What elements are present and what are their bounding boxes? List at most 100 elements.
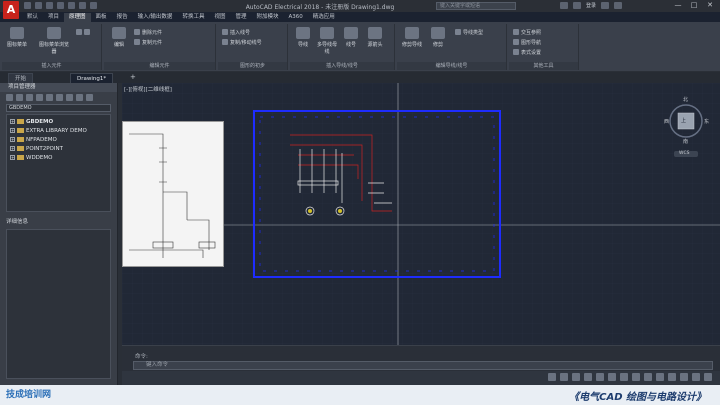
maximize-icon[interactable]: □ <box>686 0 702 11</box>
insert-wire-number-tool[interactable]: 插入线号 <box>222 28 250 36</box>
expand-icon[interactable]: + <box>10 146 15 151</box>
expand-icon[interactable]: + <box>10 137 15 142</box>
tab-schematic[interactable]: 原理图 <box>64 13 91 22</box>
close-icon[interactable]: ✕ <box>702 0 718 11</box>
isolate-icon[interactable] <box>668 373 676 381</box>
list-item[interactable]: + WDDEMO <box>10 153 107 162</box>
expand-icon[interactable]: + <box>10 119 15 124</box>
osnap-icon[interactable] <box>608 373 616 381</box>
copy-component-tool[interactable]: 复制元件 <box>134 38 162 46</box>
model-space-icon[interactable] <box>548 373 556 381</box>
customization-icon[interactable] <box>704 373 712 381</box>
wire-type-tool[interactable]: 导线类型 <box>455 28 483 36</box>
source-arrow-button[interactable]: 源箭头 <box>364 27 386 53</box>
undo-icon[interactable] <box>79 2 86 9</box>
edit-button[interactable]: 编辑 <box>108 27 130 53</box>
reports-icon[interactable] <box>76 93 83 101</box>
grid-icon[interactable] <box>560 373 568 381</box>
polar-icon[interactable] <box>596 373 604 381</box>
otrack-icon[interactable] <box>620 373 628 381</box>
title-block-icon[interactable] <box>66 93 73 101</box>
wire-type-icon <box>455 29 461 35</box>
new-project-icon[interactable] <box>16 93 23 101</box>
tab-a360[interactable]: A360 <box>284 13 308 22</box>
save-icon[interactable] <box>46 2 53 9</box>
new-drawing-icon[interactable] <box>26 93 33 101</box>
delete-icon <box>134 29 140 35</box>
hardware-accel-icon[interactable] <box>680 373 688 381</box>
copy-move-wire-number-tool[interactable]: 复制/移动线号 <box>222 38 262 46</box>
tab-project[interactable]: 项目 <box>43 13 64 22</box>
help-icon[interactable] <box>614 2 623 9</box>
tab-featured-apps[interactable]: 精选应用 <box>308 13 340 22</box>
user-area: 登录 <box>560 2 623 9</box>
table-settings-tool[interactable]: 表式设置 <box>513 48 541 56</box>
application-menu-button[interactable]: A <box>3 1 19 19</box>
cross-ref-icon <box>513 29 519 35</box>
compass-east[interactable]: 东 <box>704 118 709 125</box>
search-input[interactable]: 键入关键字或短语 <box>436 2 516 10</box>
ortho-icon[interactable] <box>584 373 592 381</box>
tab-start[interactable]: 开始 <box>8 73 34 83</box>
compass-west[interactable]: 西 <box>664 118 669 125</box>
project-select[interactable]: GBDEMO <box>6 104 111 112</box>
multi-wire-bus-button[interactable]: 多导线母线 <box>316 27 338 55</box>
tab-conversion-tools[interactable]: 转换工具 <box>177 13 209 22</box>
viewport-controls[interactable]: [-][俯视][二维线框] <box>124 85 172 93</box>
tab-import-export[interactable]: 输入/输出数据 <box>133 13 178 22</box>
tab-default[interactable]: 默认 <box>22 13 43 22</box>
plot-project-icon[interactable] <box>86 93 93 101</box>
navigation-cube[interactable]: 北 南 东 西 上 WCS <box>664 97 709 157</box>
tab-addins[interactable]: 附加模块 <box>251 13 283 22</box>
drawing-navigation-tool[interactable]: 图形导航 <box>513 38 541 46</box>
icon-menu-button[interactable]: 图标菜单 <box>6 27 28 53</box>
tab-manage[interactable]: 管理 <box>230 13 251 22</box>
viewcube-top-face[interactable]: 上 <box>681 117 686 124</box>
compass-north[interactable]: 北 <box>683 96 688 103</box>
annotation-scale-icon[interactable] <box>644 373 652 381</box>
save-as-icon[interactable] <box>57 2 64 9</box>
snap-icon[interactable] <box>572 373 580 381</box>
project-properties-icon[interactable] <box>46 93 53 101</box>
expand-icon[interactable]: + <box>10 155 15 160</box>
sign-in-label[interactable]: 登录 <box>586 2 596 9</box>
window-title: AutoCAD Electrical 2018 - 未注册版 Drawing1.… <box>245 4 395 11</box>
new-tab-icon[interactable]: + <box>130 73 136 81</box>
new-icon[interactable] <box>24 2 31 9</box>
trim-wire-button[interactable]: 修剪导线 <box>401 27 423 53</box>
list-item[interactable]: + GBDEMO <box>10 117 107 126</box>
lineweight-icon[interactable] <box>632 373 640 381</box>
wire-button[interactable]: 导线 <box>292 27 314 53</box>
wire-number-button[interactable]: 线号 <box>340 27 362 53</box>
wcs-menu[interactable]: WCS <box>679 151 689 156</box>
exchange-icon[interactable] <box>601 2 610 9</box>
update-icon[interactable] <box>56 93 63 101</box>
trim-button[interactable]: 修剪 <box>427 27 449 53</box>
compass-south[interactable]: 南 <box>683 138 688 145</box>
list-item[interactable]: + EXTRA LIBRARY DEMO <box>10 126 107 135</box>
schematic-preview-drawing <box>129 133 216 258</box>
group-insert-wires: 导线 多导线母线 线号 源箭头 插入导线/线号 <box>290 24 395 70</box>
icon-menu-browser-button[interactable]: 图标菜单浏览器 <box>38 27 70 55</box>
search-icon[interactable] <box>560 2 568 9</box>
clean-screen-icon[interactable] <box>692 373 700 381</box>
list-item[interactable]: + POINT2POINT <box>10 144 107 153</box>
open-project-icon[interactable] <box>6 93 13 101</box>
plot-icon[interactable] <box>68 2 75 9</box>
user-icon[interactable] <box>573 2 581 9</box>
delete-component-tool[interactable]: 删除元件 <box>134 28 162 36</box>
cross-reference-tool[interactable]: 交互参照 <box>513 28 541 36</box>
refresh-icon[interactable] <box>36 93 43 101</box>
tab-reports[interactable]: 报告 <box>112 13 133 22</box>
command-input[interactable]: 键入命令 <box>133 361 713 370</box>
tab-view[interactable]: 视图 <box>209 13 230 22</box>
tab-panel[interactable]: 面板 <box>91 13 112 22</box>
list-item[interactable]: + NFPADEMO <box>10 135 107 144</box>
insert-small-tools[interactable] <box>76 28 90 36</box>
workspace-icon[interactable] <box>656 373 664 381</box>
redo-icon[interactable] <box>90 2 97 9</box>
expand-icon[interactable]: + <box>10 128 15 133</box>
tab-drawing1[interactable]: Drawing1* <box>70 73 114 83</box>
open-icon[interactable] <box>35 2 42 9</box>
minimize-icon[interactable]: — <box>670 0 686 11</box>
